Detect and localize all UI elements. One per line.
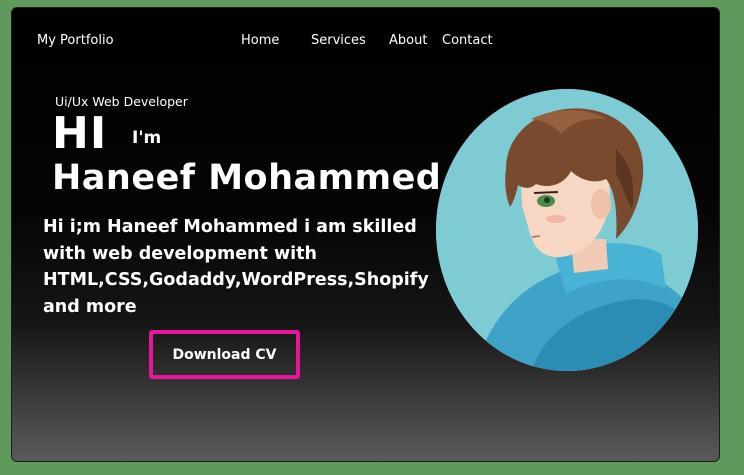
hero-bio: Hi i;m Haneef Mohammed i am skilled with… bbox=[43, 217, 429, 317]
hero-subtitle: Ui/Ux Web Developer bbox=[55, 94, 188, 109]
hero-name: Haneef Mohammed bbox=[52, 158, 442, 198]
anime-boy-portrait-icon bbox=[436, 89, 698, 371]
nav-link-services[interactable]: Services bbox=[311, 33, 366, 48]
hero-im-label: I'm bbox=[132, 128, 162, 148]
navbar: My Portfolio Home Services About Contact bbox=[12, 8, 719, 68]
download-cv-button[interactable]: Download CV bbox=[149, 330, 300, 379]
portfolio-window: My Portfolio Home Services About Contact… bbox=[11, 7, 720, 462]
nav-link-home[interactable]: Home bbox=[241, 33, 279, 48]
hero-greeting: HI bbox=[52, 108, 108, 159]
brand-logo-text[interactable]: My Portfolio bbox=[37, 33, 114, 48]
nav-link-contact[interactable]: Contact bbox=[442, 33, 493, 48]
avatar-portrait bbox=[436, 89, 698, 371]
nav-link-about[interactable]: About bbox=[389, 33, 427, 48]
